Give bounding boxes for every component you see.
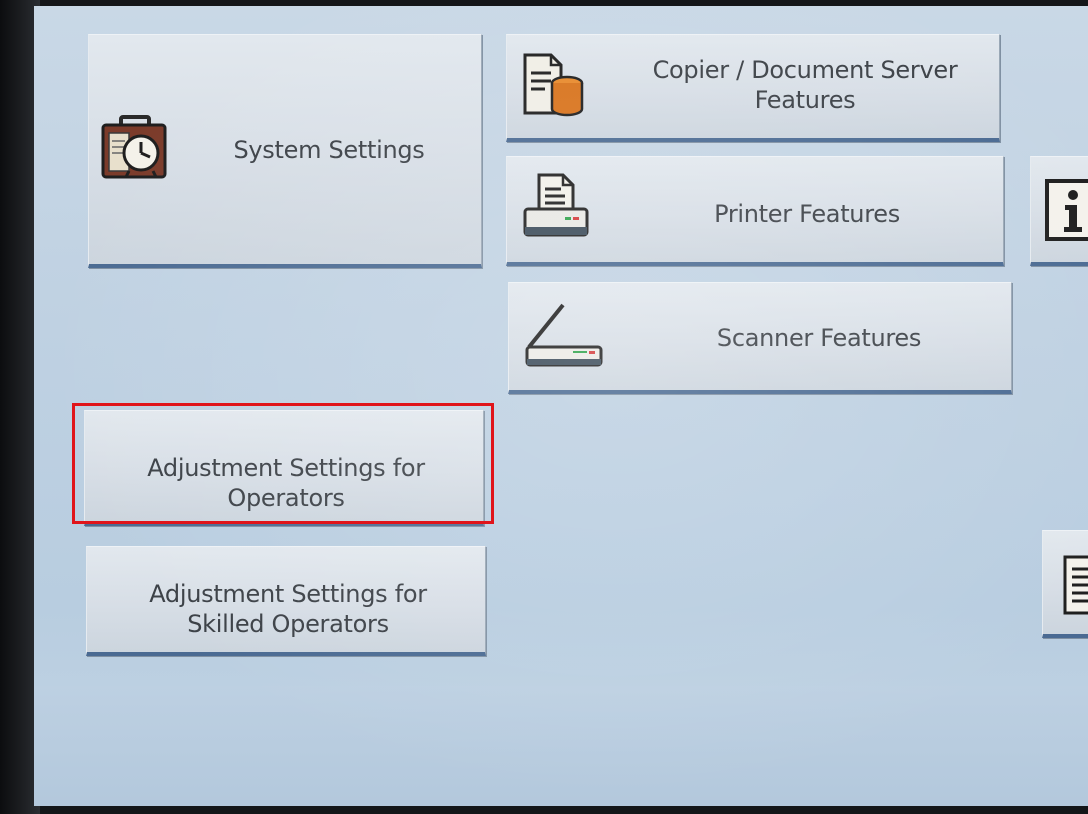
screen-bottom-area xyxy=(34,686,1088,806)
printer-features-button[interactable]: Printer Features xyxy=(506,156,1004,266)
copier-docserver-icon xyxy=(523,53,584,117)
system-settings-label: System Settings xyxy=(233,136,425,164)
list-button[interactable] xyxy=(1042,530,1088,638)
system-settings-button[interactable]: System Settings xyxy=(88,34,482,268)
scanner-features-label: Scanner Features xyxy=(716,324,922,352)
adjustment-settings-skilled-operators-button[interactable]: Adjustment Settings for Skilled Operator… xyxy=(86,546,486,656)
copier-document-server-button[interactable]: Copier / Document Server Features xyxy=(506,34,1000,142)
scanner-features-button[interactable]: Scanner Features xyxy=(508,282,1012,394)
clock-briefcase-icon xyxy=(101,115,167,179)
list-icon xyxy=(1063,555,1088,615)
printer-features-label: Printer Features xyxy=(714,200,900,228)
scanner-icon xyxy=(525,303,603,367)
printer-icon xyxy=(523,173,589,237)
highlight-box xyxy=(72,403,494,524)
info-button[interactable] xyxy=(1030,156,1088,266)
copier-document-server-label: Copier / Document Server Features xyxy=(652,56,958,114)
adjustment-settings-skilled-operators-label: Adjustment Settings for Skilled Operator… xyxy=(149,580,427,638)
info-icon xyxy=(1045,179,1088,241)
